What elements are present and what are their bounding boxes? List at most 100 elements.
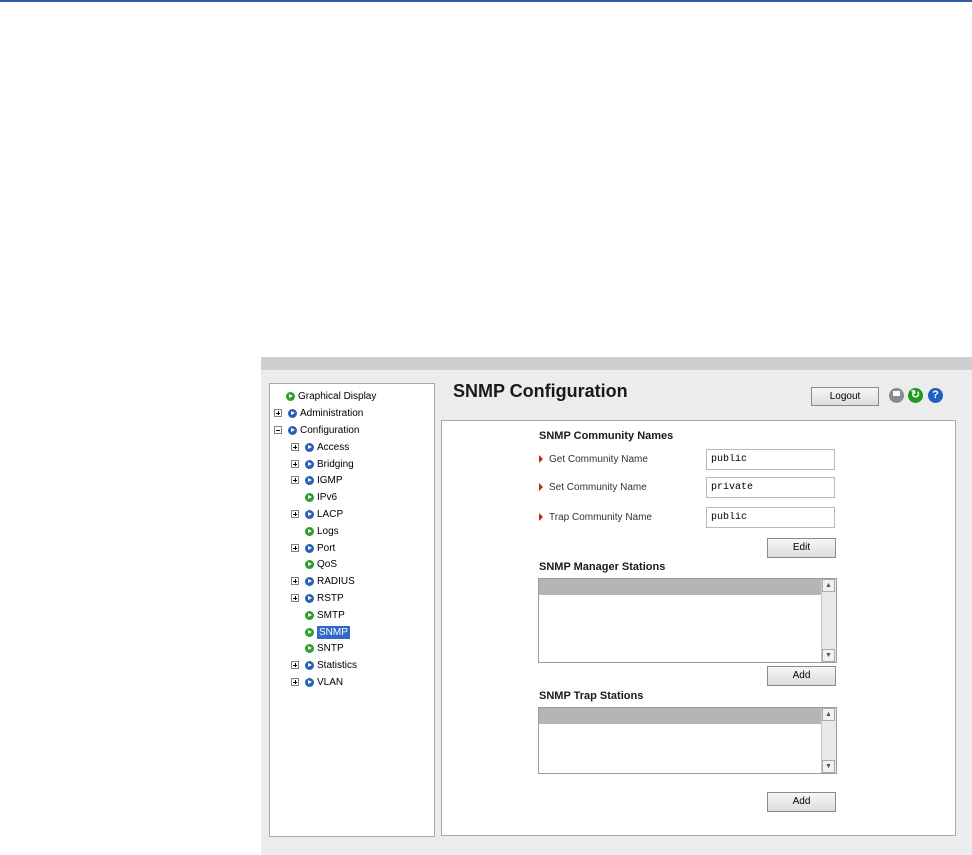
expand-plus-icon[interactable]: [291, 443, 299, 451]
get-community-input[interactable]: [706, 449, 835, 470]
nav-item-label: Bridging: [317, 458, 354, 470]
edit-button[interactable]: Edit: [767, 538, 836, 558]
nav-item-administration[interactable]: Administration: [274, 405, 363, 421]
get-community-label: Get Community Name: [549, 453, 648, 465]
nav-item-label: Graphical Display: [298, 390, 377, 402]
expand-plus-icon[interactable]: [291, 460, 299, 468]
nav-item-snmp[interactable]: SNMP: [305, 624, 350, 640]
nav-item-label: IPv6: [317, 491, 338, 503]
nav-item-lacp[interactable]: LACP: [291, 506, 343, 522]
nav-item-label: Configuration: [300, 424, 360, 436]
nav-item-label: Port: [317, 542, 336, 554]
nav-item-label: Access: [317, 441, 350, 453]
navigation-tree: Graphical Display Administration Configu…: [269, 383, 435, 837]
blue-bullet-icon: [305, 593, 314, 603]
blue-bullet-icon: [305, 543, 314, 553]
nav-item-label: SNTP: [317, 642, 344, 654]
scrollbar[interactable]: ▲ ▼: [821, 708, 836, 773]
expand-plus-icon[interactable]: [291, 661, 299, 669]
nav-item-access[interactable]: Access: [291, 439, 349, 455]
nav-item-sntp[interactable]: SNTP: [305, 640, 344, 656]
add-manager-button[interactable]: Add: [767, 666, 836, 686]
logout-button[interactable]: Logout: [811, 387, 879, 406]
blue-bullet-icon: [305, 677, 314, 687]
content-panel: SNMP Community Names Get Community Name …: [441, 420, 956, 836]
red-arrow-icon: [539, 483, 543, 491]
nav-item-label: SMTP: [317, 609, 345, 621]
scroll-down-icon[interactable]: ▼: [822, 760, 835, 773]
expand-plus-icon[interactable]: [291, 510, 299, 518]
nav-item-ipv6[interactable]: IPv6: [305, 489, 337, 505]
get-community-row: Get Community Name: [539, 448, 648, 470]
expand-plus-icon[interactable]: [291, 594, 299, 602]
trap-community-row: Trap Community Name: [539, 506, 652, 528]
blue-bullet-icon: [305, 660, 314, 670]
nav-item-label-selected: SNMP: [317, 625, 350, 639]
blue-bullet-icon: [288, 408, 297, 418]
trap-community-input[interactable]: [706, 507, 835, 528]
nav-item-label: Logs: [317, 525, 339, 537]
trap-community-label: Trap Community Name: [549, 511, 652, 523]
page-title: SNMP Configuration: [453, 381, 628, 401]
green-bullet-icon: [305, 627, 314, 637]
blue-bullet-icon: [305, 576, 314, 586]
nav-item-rstp[interactable]: RSTP: [291, 590, 344, 606]
green-bullet-icon: [305, 559, 314, 569]
scroll-up-icon[interactable]: ▲: [822, 708, 835, 721]
red-arrow-icon: [539, 455, 543, 463]
nav-item-smtp[interactable]: SMTP: [305, 607, 345, 623]
green-bullet-icon: [305, 610, 314, 620]
nav-item-logs[interactable]: Logs: [305, 523, 339, 539]
scrollbar[interactable]: ▲ ▼: [821, 579, 836, 662]
nav-item-label: LACP: [317, 508, 344, 520]
expand-plus-icon[interactable]: [291, 678, 299, 686]
expand-plus-icon[interactable]: [291, 544, 299, 552]
set-community-input[interactable]: [706, 477, 835, 498]
help-icon[interactable]: ?: [928, 388, 943, 403]
nav-item-bridging[interactable]: Bridging: [291, 456, 354, 472]
blue-bullet-icon: [305, 509, 314, 519]
blue-bullet-icon: [305, 475, 314, 485]
scroll-down-icon[interactable]: ▼: [822, 649, 835, 662]
set-community-row: Set Community Name: [539, 476, 647, 498]
app-top-bar: [261, 357, 972, 370]
nav-item-vlan[interactable]: VLAN: [291, 674, 343, 690]
manager-stations-heading: SNMP Manager Stations: [539, 561, 666, 573]
app-window: Graphical Display Administration Configu…: [261, 357, 972, 855]
nav-item-label: RSTP: [317, 592, 344, 604]
nav-item-label: Administration: [300, 407, 364, 419]
add-trap-button[interactable]: Add: [767, 792, 836, 812]
nav-item-qos[interactable]: QoS: [305, 556, 337, 572]
blue-bullet-icon: [305, 442, 314, 452]
list-header-row: [539, 579, 822, 595]
nav-item-igmp[interactable]: IGMP: [291, 472, 343, 488]
blue-bullet-icon: [305, 459, 314, 469]
nav-item-radius[interactable]: RADIUS: [291, 573, 355, 589]
top-rule: [0, 0, 972, 2]
expand-plus-icon[interactable]: [291, 577, 299, 585]
nav-item-statistics[interactable]: Statistics: [291, 657, 357, 673]
manager-stations-list[interactable]: ▲ ▼: [538, 578, 837, 663]
collapse-minus-icon[interactable]: [274, 426, 282, 434]
nav-item-port[interactable]: Port: [291, 540, 335, 556]
nav-item-label: VLAN: [317, 676, 344, 688]
nav-item-configuration[interactable]: Configuration: [274, 422, 359, 438]
scroll-up-icon[interactable]: ▲: [822, 579, 835, 592]
trap-stations-list[interactable]: ▲ ▼: [538, 707, 837, 774]
green-bullet-icon: [305, 492, 314, 502]
nav-item-label: Statistics: [317, 659, 358, 671]
nav-item-graphical-display[interactable]: Graphical Display: [286, 388, 376, 404]
blue-bullet-icon: [288, 425, 297, 435]
green-bullet-icon: [286, 391, 295, 401]
green-bullet-icon: [305, 643, 314, 653]
nav-item-label: IGMP: [317, 474, 343, 486]
expand-plus-icon[interactable]: [274, 409, 282, 417]
save-disk-icon[interactable]: [889, 388, 904, 403]
set-community-label: Set Community Name: [549, 481, 647, 493]
nav-item-label: RADIUS: [317, 575, 355, 587]
list-header-row: [539, 708, 822, 724]
expand-plus-icon[interactable]: [291, 476, 299, 484]
refresh-icon[interactable]: ↻: [908, 388, 923, 403]
nav-item-label: QoS: [317, 558, 338, 570]
red-arrow-icon: [539, 513, 543, 521]
